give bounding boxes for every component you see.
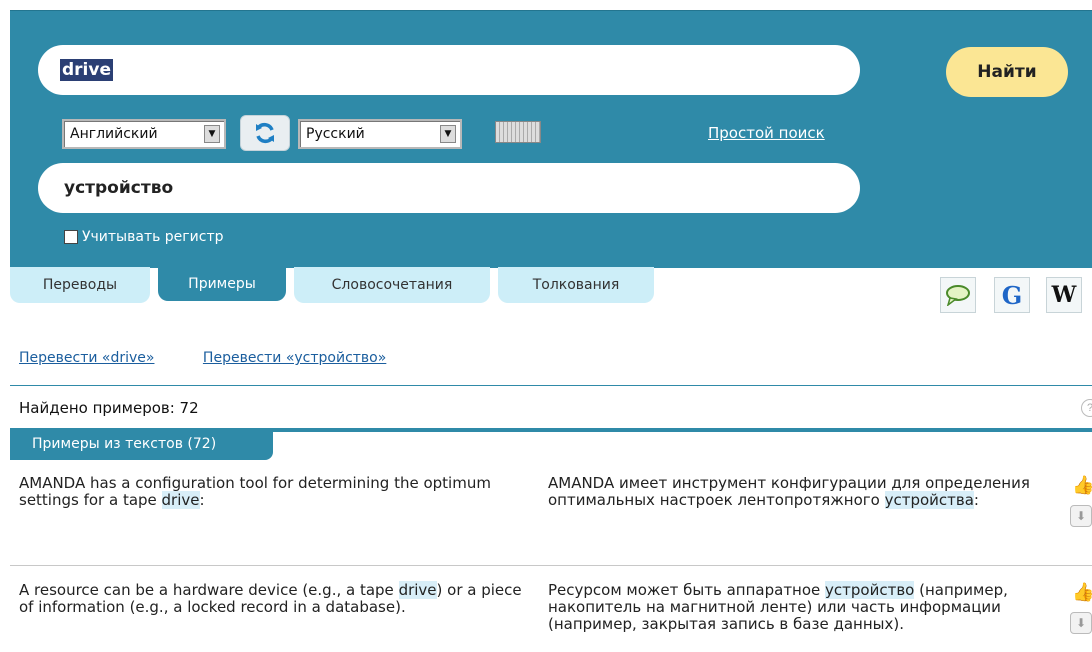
tab-bar: Переводы Примеры Словосочетания Толкован… xyxy=(10,267,1092,303)
translation-input[interactable]: устройство xyxy=(38,163,860,213)
vote-down-icon[interactable]: ⬇ xyxy=(1070,505,1092,527)
subtab-text-examples[interactable]: Примеры из текстов (72) xyxy=(10,428,273,460)
thumbs-up-icon[interactable]: 👍 xyxy=(1072,475,1092,495)
target-language-value: Русский xyxy=(306,126,365,142)
help-icon[interactable]: ? xyxy=(1081,399,1092,417)
translation-text: устройство xyxy=(64,178,174,198)
swap-arrows-icon xyxy=(256,123,274,143)
dropdown-arrow-icon[interactable]: ▼ xyxy=(204,125,220,143)
chat-bubble-icon[interactable] xyxy=(940,277,976,313)
dropdown-arrow-icon[interactable]: ▼ xyxy=(440,125,456,143)
swap-languages-button[interactable] xyxy=(240,115,290,151)
wikipedia-icon[interactable]: W xyxy=(1046,277,1082,313)
keyboard-icon[interactable] xyxy=(495,121,541,143)
case-sensitive-checkbox[interactable]: Учитывать регистр xyxy=(64,229,224,245)
checkbox-box[interactable] xyxy=(64,230,78,244)
row-separator xyxy=(10,565,1092,566)
source-language-value: Английский xyxy=(70,126,158,142)
vote-down-icon[interactable]: ⬇ xyxy=(1070,612,1092,634)
tab-examples[interactable]: Примеры xyxy=(158,267,286,301)
google-icon[interactable]: G xyxy=(994,277,1030,313)
translate-device-link[interactable]: Перевести «устройство» xyxy=(203,350,386,366)
example-row: AMANDA has a configuration tool for dete… xyxy=(10,475,1092,555)
thumbs-up-icon[interactable]: 👍 xyxy=(1072,582,1092,602)
search-input[interactable]: drive xyxy=(38,45,860,95)
search-header: drive Найти Английский ▼ Русский ▼ Прост… xyxy=(10,10,1092,268)
tab-translations[interactable]: Переводы xyxy=(10,267,150,303)
window-top-border xyxy=(0,0,1092,10)
simple-search-link[interactable]: Простой поиск xyxy=(708,124,825,142)
divider xyxy=(10,385,1092,386)
find-button[interactable]: Найти xyxy=(946,47,1068,97)
example-translation: AMANDA имеет инструмент конфигурации для… xyxy=(548,474,1030,509)
target-language-select[interactable]: Русский ▼ xyxy=(298,119,462,149)
search-query-text[interactable]: drive xyxy=(60,59,113,81)
case-sensitive-label: Учитывать регистр xyxy=(82,229,224,245)
translate-links: Перевести «drive» Перевести «устройство» xyxy=(19,350,430,366)
translate-drive-link[interactable]: Перевести «drive» xyxy=(19,350,154,366)
example-row: A resource can be a hardware device (e.g… xyxy=(10,581,1092,652)
examples-found-count: Найдено примеров: 72 xyxy=(19,399,199,417)
speech-bubble-icon xyxy=(946,285,970,306)
tab-definitions[interactable]: Толкования xyxy=(498,267,654,303)
tab-phrases[interactable]: Словосочетания xyxy=(294,267,490,303)
example-source: A resource can be a hardware device (e.g… xyxy=(19,581,522,616)
source-language-select[interactable]: Английский ▼ xyxy=(62,119,226,149)
example-translation: Ресурсом может быть аппаратное устройств… xyxy=(548,581,1008,633)
example-source: AMANDA has a configuration tool for dete… xyxy=(19,474,491,509)
